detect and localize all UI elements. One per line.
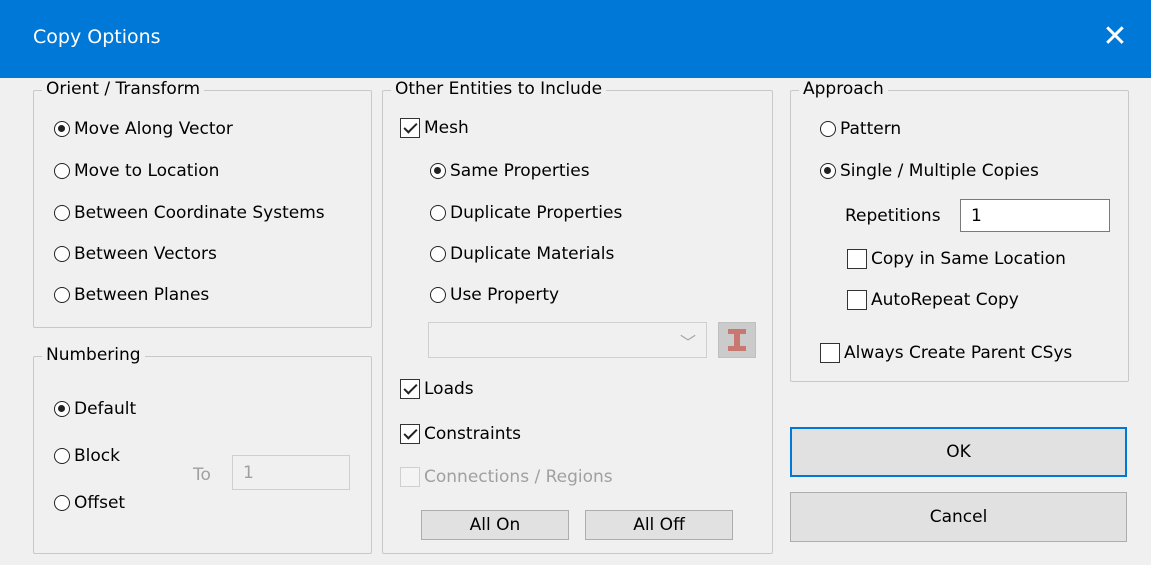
checkbox-indicator xyxy=(820,343,840,363)
mesh-checkbox[interactable]: Mesh xyxy=(400,118,469,138)
copy-in-same-location-checkbox[interactable]: Copy in Same Location xyxy=(847,249,1066,269)
radio-label: Single / Multiple Copies xyxy=(840,161,1039,181)
window-title: Copy Options xyxy=(33,26,161,48)
radio-indicator xyxy=(430,205,446,221)
radio-label: Between Coordinate Systems xyxy=(74,203,325,223)
checkbox-indicator xyxy=(847,290,867,310)
ok-button[interactable]: OK xyxy=(790,427,1127,477)
radio-indicator xyxy=(54,205,70,221)
checkbox-label: Always Create Parent CSys xyxy=(844,343,1073,363)
radio-pattern[interactable]: Pattern xyxy=(820,119,901,139)
radio-between-planes[interactable]: Between Planes xyxy=(54,285,209,305)
radio-between-vectors[interactable]: Between Vectors xyxy=(54,244,217,264)
numbering-legend: Numbering xyxy=(42,345,145,365)
close-icon[interactable]: ✕ xyxy=(1088,14,1142,60)
radio-label: Between Planes xyxy=(74,285,210,305)
repetitions-field[interactable]: 1 xyxy=(960,199,1110,232)
radio-label: Use Property xyxy=(450,285,560,305)
checkbox-label: Loads xyxy=(424,379,474,399)
all-off-button[interactable]: All Off xyxy=(585,510,733,540)
property-select[interactable]: ﹀ xyxy=(428,322,707,358)
repetitions-label: Repetitions xyxy=(845,206,941,226)
radio-single-multiple-copies[interactable]: Single / Multiple Copies xyxy=(820,161,1039,181)
checkbox-label: Constraints xyxy=(424,424,521,444)
all-on-button[interactable]: All On xyxy=(421,510,569,540)
radio-default[interactable]: Default xyxy=(54,399,136,419)
checkbox-label: Mesh xyxy=(424,118,469,138)
radio-block[interactable]: Block xyxy=(54,446,120,466)
checkbox-label: Connections / Regions xyxy=(424,467,613,487)
radio-indicator xyxy=(820,121,836,137)
radio-label: Same Properties xyxy=(450,161,590,181)
chevron-down-icon: ﹀ xyxy=(679,333,696,352)
i-beam-icon xyxy=(728,329,746,351)
constraints-checkbox[interactable]: Constraints xyxy=(400,424,521,444)
radio-label: Default xyxy=(74,399,137,419)
radio-indicator xyxy=(820,163,836,179)
loads-checkbox[interactable]: Loads xyxy=(400,379,474,399)
orient-transform-legend: Orient / Transform xyxy=(42,79,205,99)
always-create-parent-csys-checkbox[interactable]: Always Create Parent CSys xyxy=(820,343,1072,363)
radio-label: Pattern xyxy=(840,119,902,139)
radio-indicator xyxy=(54,121,70,137)
radio-indicator xyxy=(54,401,70,417)
cancel-button[interactable]: Cancel xyxy=(790,492,1127,542)
radio-offset[interactable]: Offset xyxy=(54,493,125,513)
checkbox-indicator xyxy=(400,118,420,138)
radio-label: Between Vectors xyxy=(74,244,217,264)
to-field[interactable]: 1 xyxy=(232,455,350,490)
radio-between-coordinate-systems[interactable]: Between Coordinate Systems xyxy=(54,203,325,223)
radio-label: Duplicate Materials xyxy=(450,244,615,264)
checkbox-indicator xyxy=(400,379,420,399)
radio-indicator xyxy=(430,163,446,179)
to-label: To xyxy=(193,465,211,485)
radio-indicator xyxy=(54,495,70,511)
property-picker-button[interactable] xyxy=(718,322,756,358)
radio-duplicate-properties[interactable]: Duplicate Properties xyxy=(430,203,622,223)
checkbox-indicator xyxy=(400,424,420,444)
radio-indicator xyxy=(430,287,446,303)
radio-label: Duplicate Properties xyxy=(450,203,623,223)
radio-indicator xyxy=(54,448,70,464)
approach-legend: Approach xyxy=(799,79,888,99)
radio-label: Block xyxy=(74,446,120,466)
radio-use-property[interactable]: Use Property xyxy=(430,285,559,305)
other-entities-legend: Other Entities to Include xyxy=(391,79,607,99)
checkbox-label: Copy in Same Location xyxy=(871,249,1066,269)
checkbox-label: AutoRepeat Copy xyxy=(871,290,1019,310)
connections-regions-checkbox[interactable]: Connections / Regions xyxy=(400,467,613,487)
radio-label: Move to Location xyxy=(74,161,220,181)
radio-same-properties[interactable]: Same Properties xyxy=(430,161,590,181)
radio-indicator xyxy=(430,246,446,262)
title-bar: Copy Options ✕ xyxy=(0,0,1151,78)
radio-label: Move Along Vector xyxy=(74,119,233,139)
radio-duplicate-materials[interactable]: Duplicate Materials xyxy=(430,244,614,264)
radio-indicator xyxy=(54,246,70,262)
checkbox-indicator xyxy=(400,467,420,487)
autorepeat-copy-checkbox[interactable]: AutoRepeat Copy xyxy=(847,290,1019,310)
checkbox-indicator xyxy=(847,249,867,269)
radio-move-along-vector[interactable]: Move Along Vector xyxy=(54,119,233,139)
radio-indicator xyxy=(54,163,70,179)
radio-move-to-location[interactable]: Move to Location xyxy=(54,161,219,181)
radio-label: Offset xyxy=(74,493,126,513)
radio-indicator xyxy=(54,287,70,303)
